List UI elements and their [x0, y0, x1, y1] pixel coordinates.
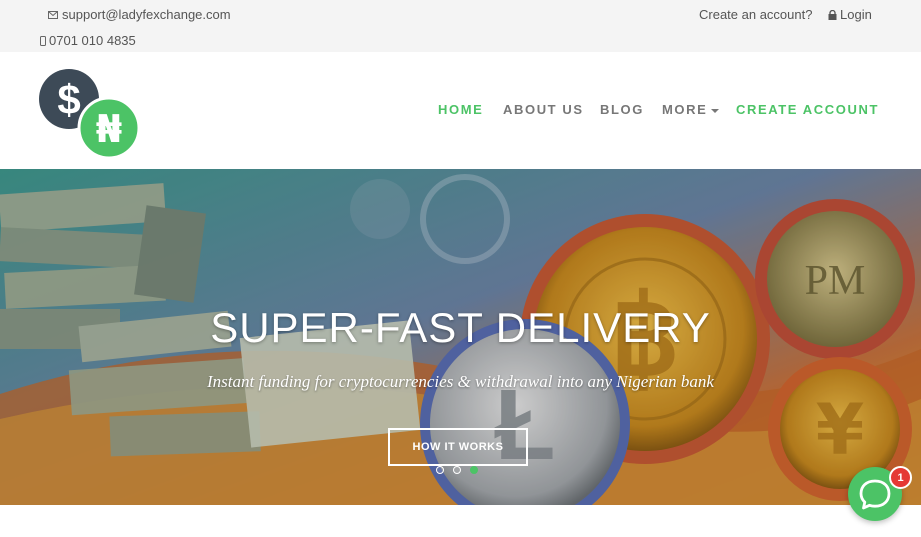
slider-dot-3[interactable]	[470, 466, 478, 474]
nav-more-dropdown[interactable]: MORE	[662, 102, 720, 117]
hero-title: SUPER-FAST DELIVERY	[210, 304, 711, 351]
hero-slider: ฿ PM ¥ Ł SUPER-FAST DELIVERY Instant fun…	[0, 169, 921, 505]
slider-dot-1[interactable]	[436, 466, 444, 474]
hero-subtitle: Instant funding for cryptocurrencies & w…	[207, 372, 714, 391]
login-text: Login	[840, 7, 872, 22]
slider-dot-2[interactable]	[453, 466, 461, 474]
main-navbar: $ ₦ HOME ABOUT US BLOG MORE CREATE ACCOU…	[0, 52, 921, 169]
support-phone-text: 0701 010 4835	[49, 33, 136, 48]
nav-about-us[interactable]: ABOUT US	[503, 102, 584, 117]
nav-blog[interactable]: BLOG	[600, 102, 644, 117]
naira-sign: ₦	[96, 107, 122, 151]
top-bar: support@ladyfexchange.com 0701 010 4835 …	[0, 0, 921, 52]
phone-icon	[40, 35, 46, 46]
create-account-link[interactable]: Create an account?	[699, 7, 812, 22]
chat-notification-badge: 1	[889, 466, 912, 489]
support-phone[interactable]: 0701 010 4835	[40, 33, 136, 48]
lock-icon	[828, 9, 837, 20]
site-logo[interactable]: $ ₦	[38, 68, 142, 160]
dollar-sign: $	[57, 76, 80, 123]
support-email-text: support@ladyfexchange.com	[62, 7, 231, 22]
nav-create-account[interactable]: CREATE ACCOUNT	[736, 102, 879, 117]
support-email[interactable]: support@ladyfexchange.com	[48, 7, 231, 22]
caret-down-icon	[711, 108, 720, 113]
how-it-works-button[interactable]: HOW IT WORKS	[388, 428, 528, 466]
login-link[interactable]: Login	[828, 7, 872, 22]
nav-home[interactable]: HOME	[438, 102, 483, 117]
nav-more-label: MORE	[662, 102, 708, 117]
slider-dots	[436, 466, 478, 474]
envelope-icon	[48, 10, 58, 19]
